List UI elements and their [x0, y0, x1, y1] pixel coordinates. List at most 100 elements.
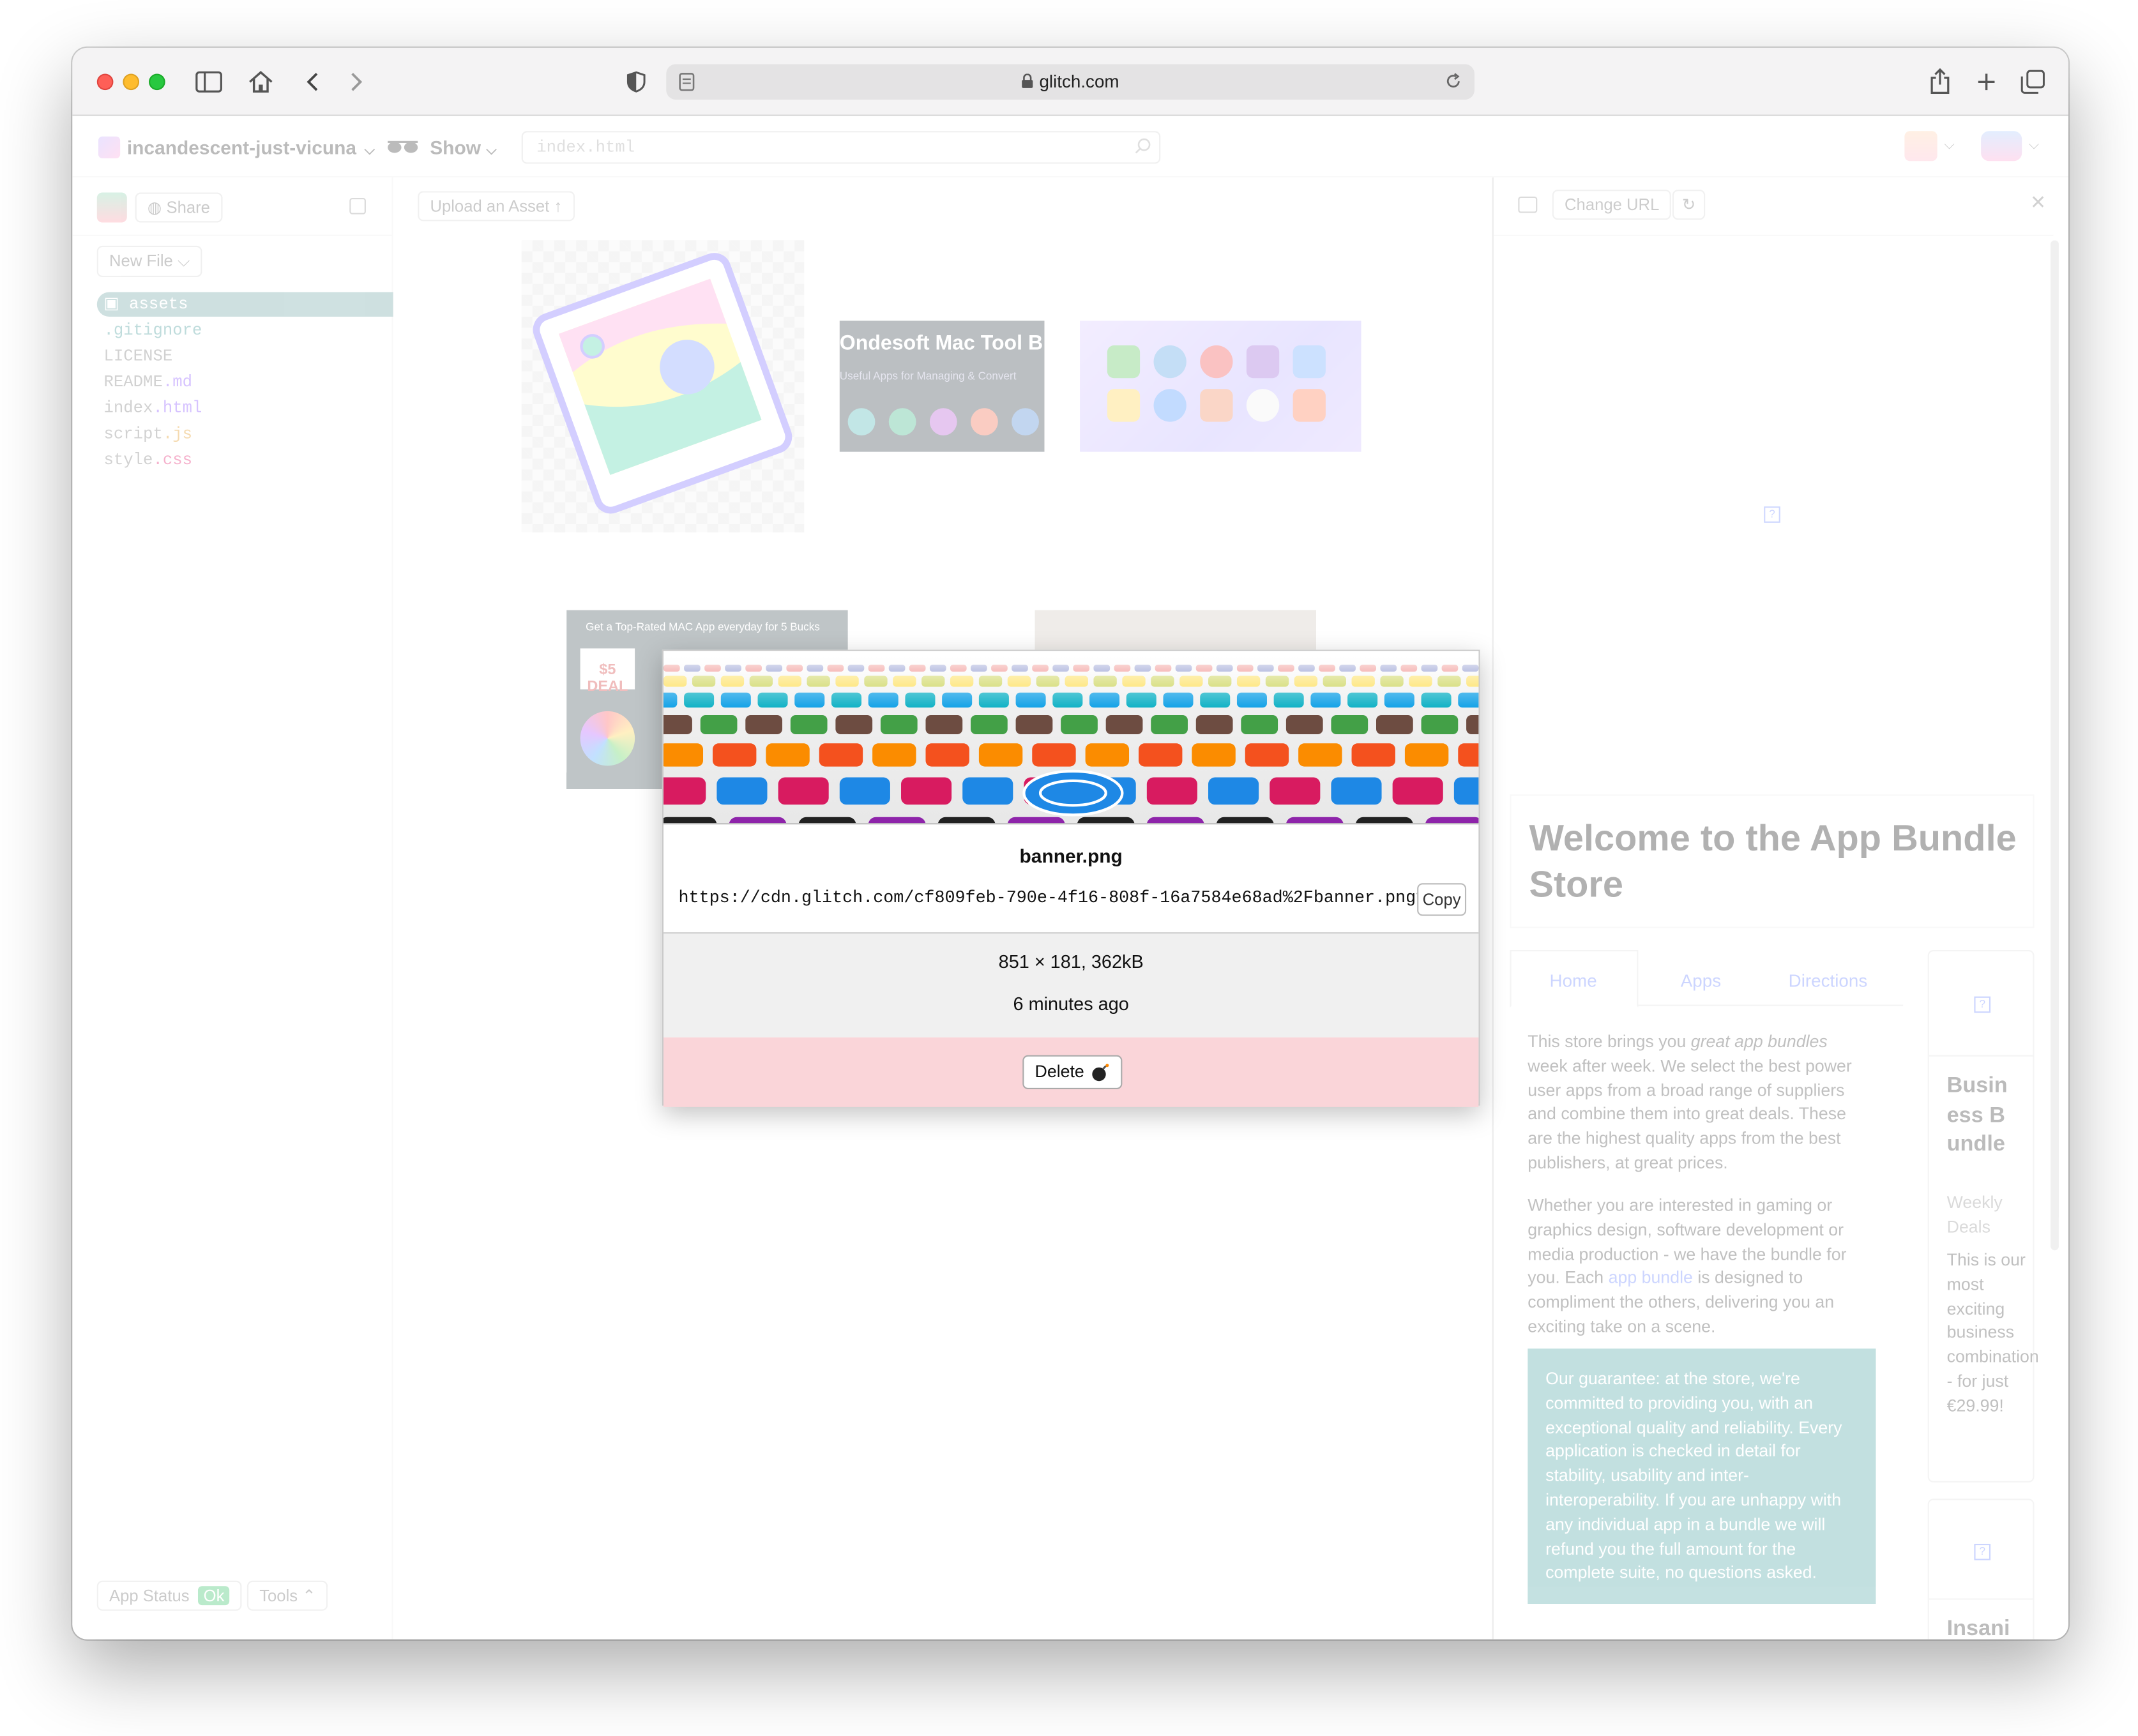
preview-toggle-icon[interactable] — [1518, 196, 1538, 213]
tools-button[interactable]: Tools ⌃ — [246, 1580, 328, 1611]
privacy-shield-icon[interactable] — [621, 67, 651, 97]
refresh-preview-button[interactable]: ↻ — [1672, 190, 1706, 220]
close-window-button[interactable] — [96, 73, 114, 91]
delete-asset-button[interactable]: Delete — [1022, 1055, 1123, 1090]
project-header: incandescent-just-vicuna ⌵ Show ⌵ index.… — [72, 116, 2068, 177]
sunglasses-icon — [386, 137, 425, 158]
user-avatar[interactable] — [1981, 131, 2022, 162]
close-preview-icon[interactable]: ✕ — [2030, 191, 2046, 214]
preview-heading-box: Welcome to the App Bundle Store — [1510, 794, 2035, 928]
asset-dimensions: 851 × 181, 362kB — [998, 951, 1144, 972]
new-file-button[interactable]: New File ⌵ — [96, 245, 202, 277]
app-bundle-link[interactable]: app bundle — [1609, 1269, 1693, 1288]
assets-folder-icon: ▣ — [103, 294, 119, 314]
preview-paragraph-2: Whether you are interested in gaming or … — [1528, 1195, 1847, 1336]
file-gitignore[interactable]: .gitignore — [103, 321, 202, 340]
browser-window: glitch.com incandescent-just-vicuna ⌵ Sh… — [72, 47, 2068, 1640]
bundle-card[interactable]: ? Insani — [1927, 1498, 2035, 1640]
back-icon[interactable] — [298, 67, 328, 97]
chevron-up-icon: ⌃ — [302, 1586, 316, 1606]
thumb-title: Ondesoft Mac Tool B — [839, 331, 1043, 355]
bundle-card-text: This is our most exciting business combi… — [1946, 1250, 2039, 1415]
browser-toolbar: glitch.com — [72, 47, 2068, 116]
file-name: .gitignore — [103, 321, 202, 340]
project-avatar-icon — [98, 136, 121, 158]
home-icon[interactable] — [246, 67, 276, 97]
asset-upload-time: 6 minutes ago — [1013, 993, 1129, 1015]
file-name: style — [103, 450, 153, 470]
preview-tab-apps[interactable]: Apps — [1681, 970, 1721, 991]
app-status-button[interactable]: App Status Ok — [96, 1580, 243, 1611]
minimize-window-button[interactable] — [123, 73, 140, 91]
guarantee-box: Our guarantee: at the store, we're commi… — [1528, 1348, 1876, 1604]
file-readme[interactable]: README.md — [103, 373, 192, 392]
show-label: Show — [430, 136, 481, 158]
file-ext: .css — [153, 450, 193, 470]
file-name: README — [103, 372, 163, 392]
file-ext: .js — [162, 424, 193, 444]
chevron-down-icon: ⌵ — [177, 251, 190, 271]
app-icons-grid-image — [663, 651, 1479, 824]
show-menu[interactable]: Show ⌵ — [386, 137, 497, 158]
app-preview-pane: Change URL ↻ ✕ ? Welcome to the App Bund… — [1492, 177, 2068, 1640]
upload-label: Upload an Asset — [430, 196, 550, 216]
file-assets[interactable]: ▣ assets — [103, 294, 188, 314]
copy-url-button[interactable]: Copy — [1417, 883, 1467, 916]
asset-filename: banner.png — [1019, 845, 1123, 867]
file-style-css[interactable]: style.css — [103, 451, 192, 470]
preview-scrollbar[interactable] — [2051, 240, 2059, 1251]
broken-image-icon: ? — [1764, 506, 1780, 523]
delete-section: Delete — [663, 1037, 1479, 1107]
sidebar-toggle-icon[interactable] — [194, 67, 224, 97]
bundle-card-subtitle: Weekly Deals — [1946, 1193, 2003, 1237]
thumb-subtitle: Useful Apps for Managing & Convert — [839, 370, 1017, 382]
preview-heading: Welcome to the App Bundle Store — [1529, 817, 2017, 905]
file-search-input[interactable]: index.html — [521, 131, 1161, 164]
file-sidebar: ◍ Share New File ⌵ ▣ assets .gitignore L… — [72, 177, 393, 1640]
bomb-icon — [1091, 1063, 1110, 1086]
globe-icon: ◍ — [147, 197, 162, 217]
forward-icon[interactable] — [341, 67, 371, 97]
broken-image-icon: ? — [1974, 996, 1991, 1013]
asset-metadata: 851 × 181, 362kB 6 minutes ago — [663, 932, 1479, 1038]
file-index-html[interactable]: index.html — [103, 398, 202, 418]
upload-asset-button[interactable]: Upload an Asset ↑ — [418, 191, 575, 222]
collapse-sidebar-icon[interactable] — [349, 197, 366, 215]
address-bar[interactable]: glitch.com — [666, 64, 1475, 100]
bundle-card[interactable]: ? Business Bundle Weekly Deals This is o… — [1927, 949, 2039, 1483]
preview-paragraph-1: This store brings you great app bundles … — [1528, 1032, 1852, 1173]
share-icon[interactable] — [1925, 67, 1955, 97]
asset-thumbnail-illustration[interactable] — [521, 240, 805, 532]
file-script-js[interactable]: script.js — [103, 425, 192, 444]
thumb-deal-text: Get a Top-Rated MAC App everyday for 5 B… — [586, 621, 820, 633]
glitch-editor: incandescent-just-vicuna ⌵ Show ⌵ index.… — [72, 116, 2068, 1640]
share-button[interactable]: ◍ Share — [135, 192, 223, 223]
file-license[interactable]: LICENSE — [103, 347, 172, 366]
file-name: index — [103, 398, 153, 418]
glitch-logo-icon[interactable] — [96, 192, 127, 223]
preview-tab-directions[interactable]: Directions — [1789, 970, 1868, 991]
bundle-card-title: Business Bundle — [1946, 1074, 2008, 1157]
project-name-menu[interactable]: incandescent-just-vicuna ⌵ — [127, 137, 375, 158]
asset-thumbnail-app-icons[interactable] — [1080, 321, 1361, 452]
file-name: LICENSE — [103, 347, 173, 366]
delete-label: Delete — [1035, 1062, 1084, 1082]
file-name: assets — [129, 294, 188, 314]
chevron-down-icon: ⌵ — [486, 143, 497, 158]
change-url-button[interactable]: Change URL — [1552, 190, 1672, 220]
share-label: Share — [166, 197, 210, 217]
app-store-icon — [1022, 769, 1124, 817]
broken-image-icon: ? — [1974, 1543, 1991, 1560]
new-tab-icon[interactable] — [1971, 67, 2001, 97]
address-text: glitch.com — [1039, 71, 1119, 92]
collaborator-avatar[interactable] — [1904, 131, 1937, 162]
reload-icon[interactable] — [1444, 72, 1462, 96]
asset-details-popover: banner.png https://cdn.glitch.com/cf809f… — [662, 649, 1480, 1107]
asset-url-field[interactable]: https://cdn.glitch.com/cf809feb-790e-4f1… — [679, 886, 1418, 913]
asset-thumbnail-mac-tool[interactable]: Ondesoft Mac Tool B Useful Apps for Mana… — [839, 321, 1045, 452]
file-ext: .html — [153, 398, 202, 418]
tab-overview-icon[interactable] — [2018, 67, 2048, 97]
zoom-window-button[interactable] — [149, 73, 165, 91]
preview-tab-home[interactable]: Home — [1550, 970, 1597, 991]
file-search-placeholder: index.html — [536, 137, 635, 157]
